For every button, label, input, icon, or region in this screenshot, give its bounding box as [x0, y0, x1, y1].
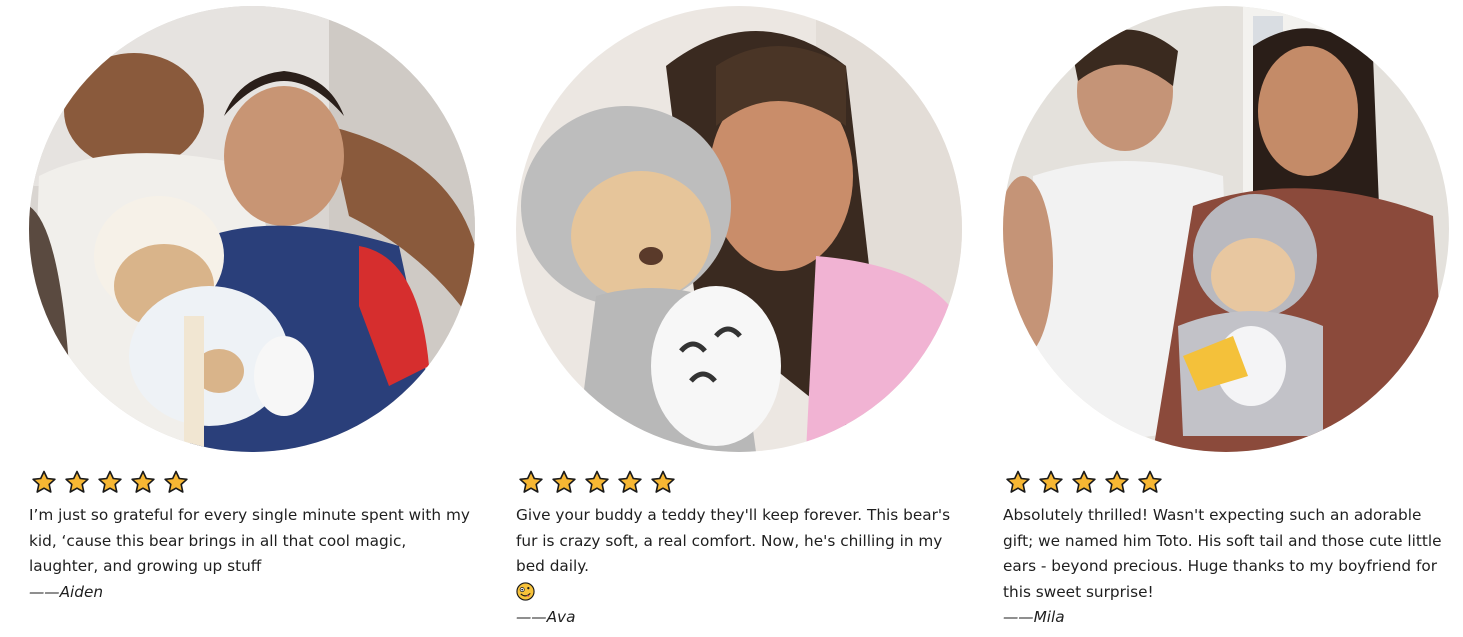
star-icon [651, 470, 675, 493]
star-icon [1006, 470, 1030, 493]
review-text: Absolutely thrilled! Wasn't expecting su… [1003, 506, 1442, 601]
star-icon [32, 470, 56, 493]
star-rating [31, 470, 189, 495]
star-rating [518, 470, 676, 495]
star-rating [1005, 470, 1163, 495]
star-icon [164, 470, 188, 493]
review-text-block: Give your buddy a teddy they'll keep for… [516, 503, 964, 631]
star-icon [552, 470, 576, 493]
review-photo [29, 6, 475, 452]
star-icon [1072, 470, 1096, 493]
star-icon [65, 470, 89, 493]
star-icon [98, 470, 122, 493]
review-text-block: I’m just so grateful for every single mi… [29, 503, 477, 605]
review-author: ——Ava [516, 608, 576, 626]
couple-with-teddy-photo-icon [1003, 6, 1449, 452]
star-icon [1138, 470, 1162, 493]
review-author: ——Aiden [29, 582, 104, 601]
star-icon [618, 470, 642, 493]
review-text: Give your buddy a teddy they'll keep for… [516, 506, 951, 575]
zany-face-emoji-icon [516, 581, 535, 601]
star-icon [1105, 470, 1129, 493]
star-icon [131, 470, 155, 493]
review-photo [1003, 6, 1449, 452]
review-author: ——Mila [1003, 608, 1065, 626]
review-photo [516, 6, 962, 452]
star-icon [519, 470, 543, 493]
review-text-block: Absolutely thrilled! Wasn't expecting su… [1003, 503, 1451, 631]
star-icon [585, 470, 609, 493]
star-icon [1039, 470, 1063, 493]
woman-hugging-gray-teddy-photo-icon [516, 6, 962, 452]
reviews-section: I’m just so grateful for every single mi… [0, 0, 1463, 637]
father-son-teddy-bear-photo-icon [29, 6, 475, 452]
review-text: I’m just so grateful for every single mi… [29, 506, 470, 575]
